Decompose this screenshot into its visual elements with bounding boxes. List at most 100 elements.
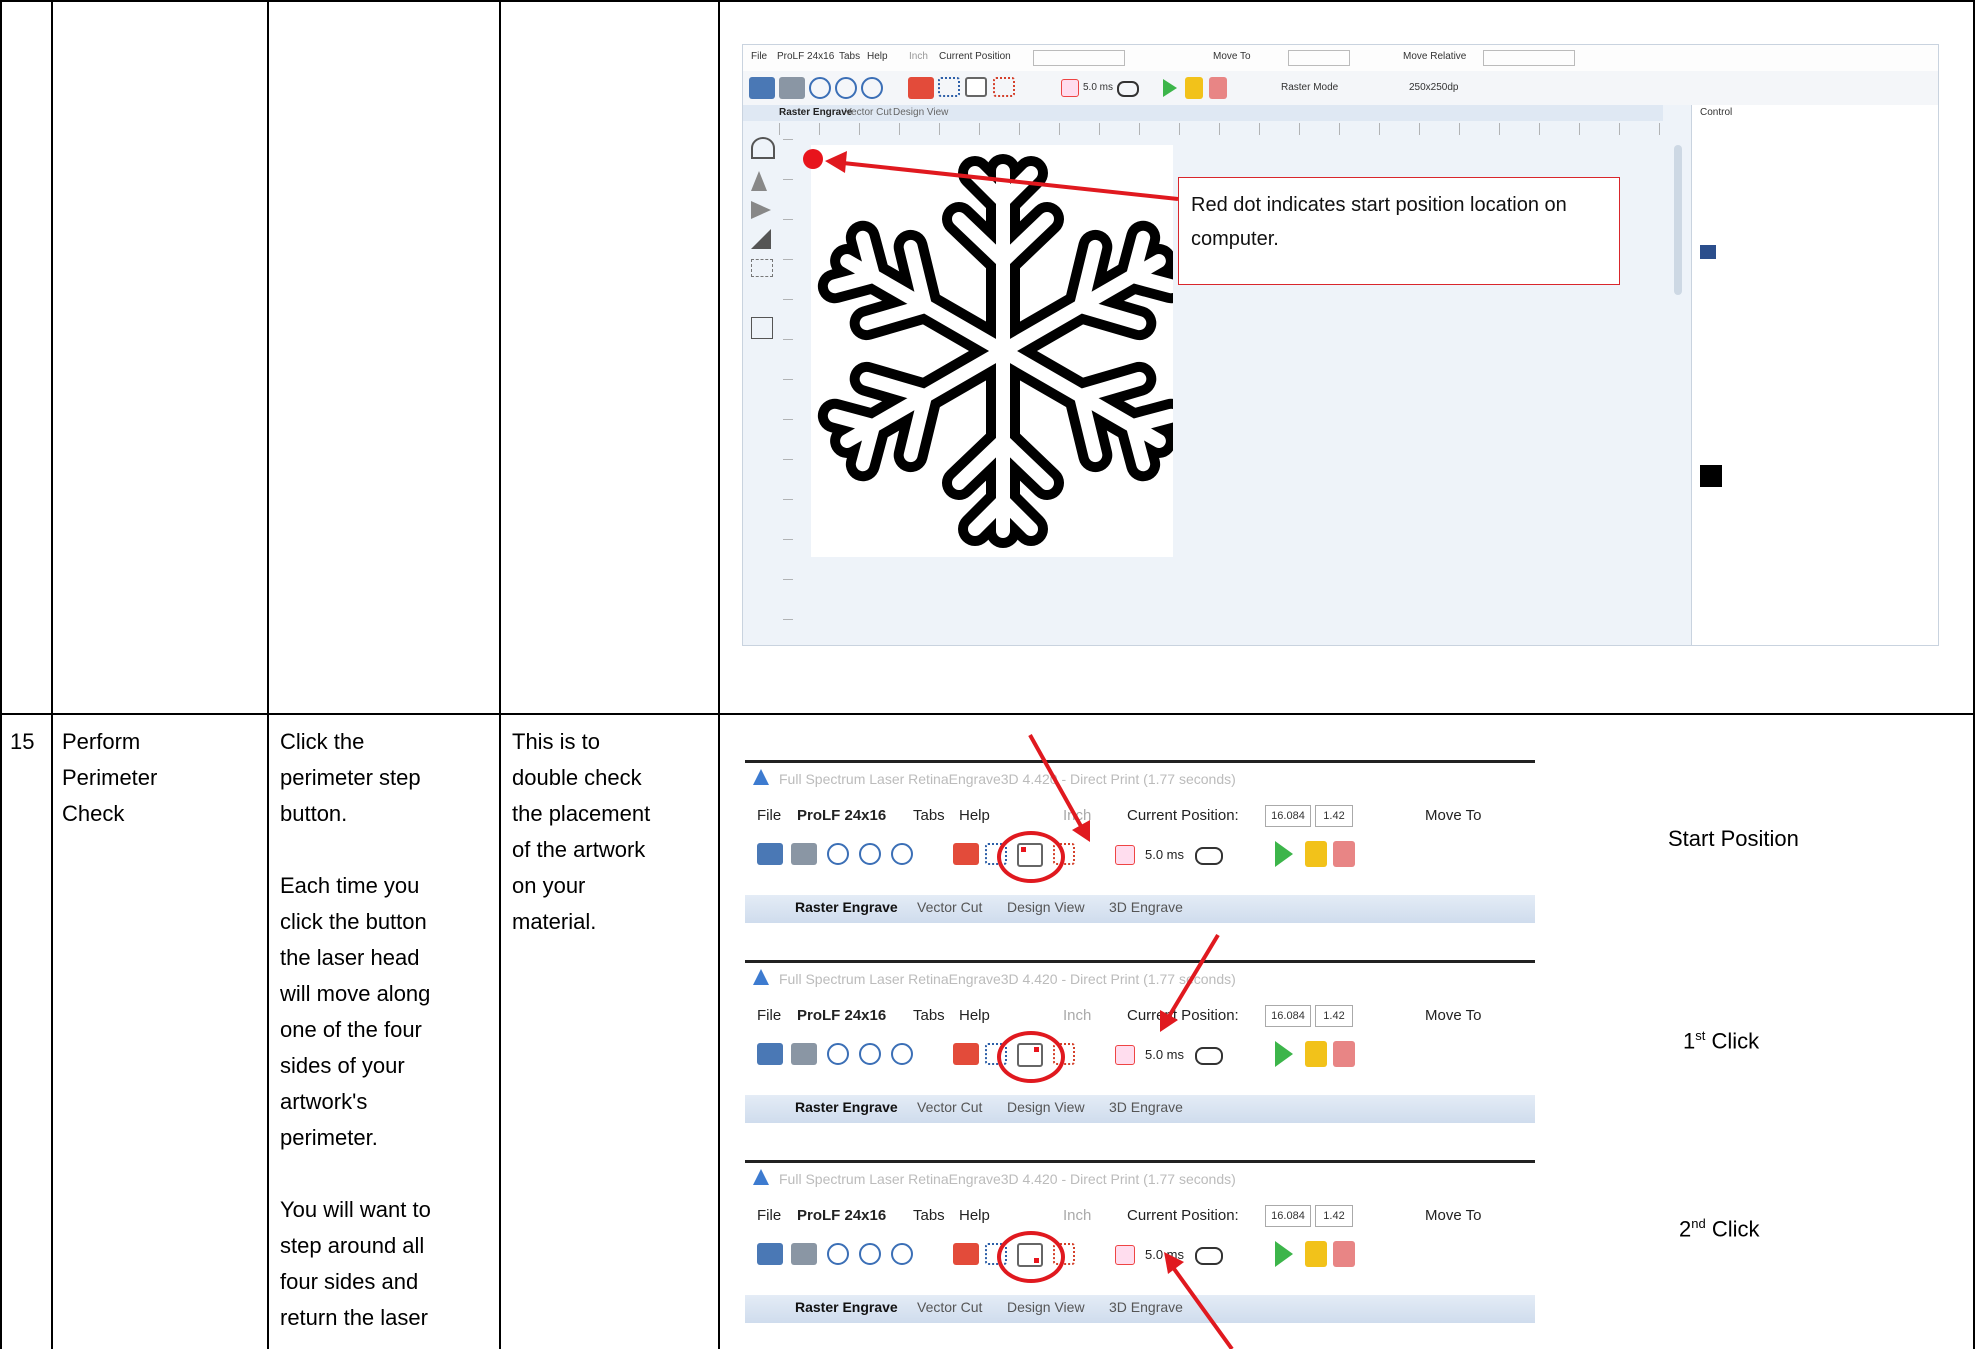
tab-3d-engrave[interactable]: 3D Engrave [1109, 1299, 1183, 1315]
pause-icon[interactable] [1305, 1241, 1327, 1267]
menu-help[interactable]: Help [959, 1207, 990, 1224]
highlight-circle [997, 1231, 1065, 1283]
print-icon[interactable] [791, 843, 817, 865]
move-to-button[interactable]: Move To [1425, 1007, 1481, 1024]
open-icon[interactable] [757, 843, 783, 865]
save-icon[interactable] [1700, 245, 1716, 259]
tab-design-view[interactable]: Design View [1007, 1299, 1085, 1315]
tab-3d-engrave[interactable]: 3D Engrave [1109, 899, 1183, 915]
tab-design-view[interactable]: Design View [1007, 899, 1085, 915]
color-swatch[interactable] [1700, 465, 1722, 487]
step-purpose: This is to double check the placement of… [512, 729, 651, 934]
app-logo-icon [753, 969, 769, 985]
menu-tabs[interactable]: Tabs [913, 1007, 945, 1024]
menu-file[interactable]: File [757, 1207, 781, 1224]
tab-3d-engrave[interactable]: 3D Engrave [1109, 1099, 1183, 1115]
open-icon[interactable] [757, 1043, 783, 1065]
tab-raster-engrave[interactable]: Raster Engrave [795, 1299, 898, 1315]
unit-label: Inch [1063, 1007, 1092, 1024]
vertical-scrollbar[interactable] [1674, 145, 1682, 295]
step-number: 15 [10, 729, 35, 754]
label-second-click: 2nd Click [1679, 1216, 1760, 1242]
run-icon[interactable] [1275, 1041, 1293, 1067]
zoom-fit-icon[interactable] [891, 843, 913, 865]
menu-help[interactable]: Help [959, 1007, 990, 1024]
zoom-in-icon[interactable] [827, 1243, 849, 1265]
zoom-out-icon[interactable] [859, 1243, 881, 1265]
control-panel-label: Control [1700, 107, 1733, 118]
open-icon[interactable] [757, 1243, 783, 1265]
position-x-field[interactable]: 16.084 [1265, 1005, 1311, 1027]
position-x-field[interactable]: 16.084 [1265, 1205, 1311, 1227]
run-icon[interactable] [1275, 1241, 1293, 1267]
laser-time[interactable]: 5.0 ms [1145, 1047, 1184, 1062]
print-icon[interactable] [791, 1243, 817, 1265]
tab-vector-cut[interactable]: Vector Cut [917, 899, 982, 915]
position-label: Current Position: [1127, 807, 1239, 824]
label-start-position: Start Position [1668, 826, 1799, 851]
move-to-button[interactable]: Move To [1425, 1207, 1481, 1224]
menu-help[interactable]: Help [959, 807, 990, 824]
menu-machine[interactable]: ProLF 24x16 [797, 807, 886, 824]
stop-icon[interactable] [1333, 841, 1355, 867]
stop-icon[interactable] [1333, 1041, 1355, 1067]
home-icon[interactable] [953, 1043, 979, 1065]
unit-label: Inch [1063, 807, 1092, 824]
toolbar-screenshot-first-click: Full Spectrum Laser RetinaEngrave3D 4.42… [745, 960, 1535, 1128]
pause-icon[interactable] [1305, 1041, 1327, 1067]
step-title: Perform Perimeter Check [62, 729, 158, 826]
highlight-circle [997, 831, 1065, 883]
menu-file[interactable]: File [757, 1007, 781, 1024]
toolbar-screenshot-start: Full Spectrum Laser RetinaEngrave3D 4.42… [745, 760, 1535, 928]
run-icon[interactable] [1275, 841, 1293, 867]
stop-icon[interactable] [1333, 1241, 1355, 1267]
zoom-out-icon[interactable] [859, 843, 881, 865]
window-title: Full Spectrum Laser RetinaEngrave3D 4.42… [779, 771, 1236, 787]
app-logo-icon [753, 769, 769, 785]
window-title: Full Spectrum Laser RetinaEngrave3D 4.42… [779, 1171, 1236, 1187]
air-toggle-icon[interactable] [1195, 1247, 1223, 1265]
label-first-click: 1st Click [1683, 1028, 1760, 1054]
menu-tabs[interactable]: Tabs [913, 807, 945, 824]
laser-fire-icon[interactable] [1115, 1245, 1135, 1265]
home-icon[interactable] [953, 1243, 979, 1265]
laser-fire-icon[interactable] [1115, 845, 1135, 865]
step-instructions: Click the perimeter step button. Each ti… [280, 729, 431, 1330]
tab-vector-cut[interactable]: Vector Cut [917, 1099, 982, 1115]
tab-raster-engrave[interactable]: Raster Engrave [795, 899, 898, 915]
laser-fire-icon[interactable] [1115, 1045, 1135, 1065]
zoom-fit-icon[interactable] [891, 1043, 913, 1065]
home-icon[interactable] [953, 843, 979, 865]
zoom-fit-icon[interactable] [891, 1243, 913, 1265]
position-x-field[interactable]: 16.084 [1265, 805, 1311, 827]
menu-file[interactable]: File [757, 807, 781, 824]
menu-machine[interactable]: ProLF 24x16 [797, 1207, 886, 1224]
tab-design-view[interactable]: Design View [1007, 1099, 1085, 1115]
position-y-field[interactable]: 1.42 [1315, 805, 1353, 827]
tab-vector-cut[interactable]: Vector Cut [917, 1299, 982, 1315]
zoom-in-icon[interactable] [827, 1043, 849, 1065]
air-toggle-icon[interactable] [1195, 847, 1223, 865]
software-screenshot-design-view: File ProLF 24x16 Tabs Help Inch Current … [742, 44, 1939, 646]
zoom-out-icon[interactable] [859, 1043, 881, 1065]
app-logo-icon [753, 1169, 769, 1185]
air-toggle-icon[interactable] [1195, 1047, 1223, 1065]
toolbar-screenshot-second-click: Full Spectrum Laser RetinaEngrave3D 4.42… [745, 1160, 1535, 1333]
position-y-field[interactable]: 1.42 [1315, 1205, 1353, 1227]
control-panel: Control [1691, 105, 1938, 645]
position-label: Current Position: [1127, 1007, 1239, 1024]
laser-time[interactable]: 5.0 ms [1145, 847, 1184, 862]
position-y-field[interactable]: 1.42 [1315, 1005, 1353, 1027]
tab-raster-engrave[interactable]: Raster Engrave [795, 1099, 898, 1115]
laser-time[interactable]: 5.0 ms [1145, 1247, 1184, 1262]
menu-tabs[interactable]: Tabs [913, 1207, 945, 1224]
highlight-circle [997, 1031, 1065, 1083]
pause-icon[interactable] [1305, 841, 1327, 867]
move-to-button[interactable]: Move To [1425, 807, 1481, 824]
position-label: Current Position: [1127, 1207, 1239, 1224]
menu-machine[interactable]: ProLF 24x16 [797, 1007, 886, 1024]
print-icon[interactable] [791, 1043, 817, 1065]
window-title: Full Spectrum Laser RetinaEngrave3D 4.42… [779, 971, 1236, 987]
unit-label: Inch [1063, 1207, 1092, 1224]
zoom-in-icon[interactable] [827, 843, 849, 865]
